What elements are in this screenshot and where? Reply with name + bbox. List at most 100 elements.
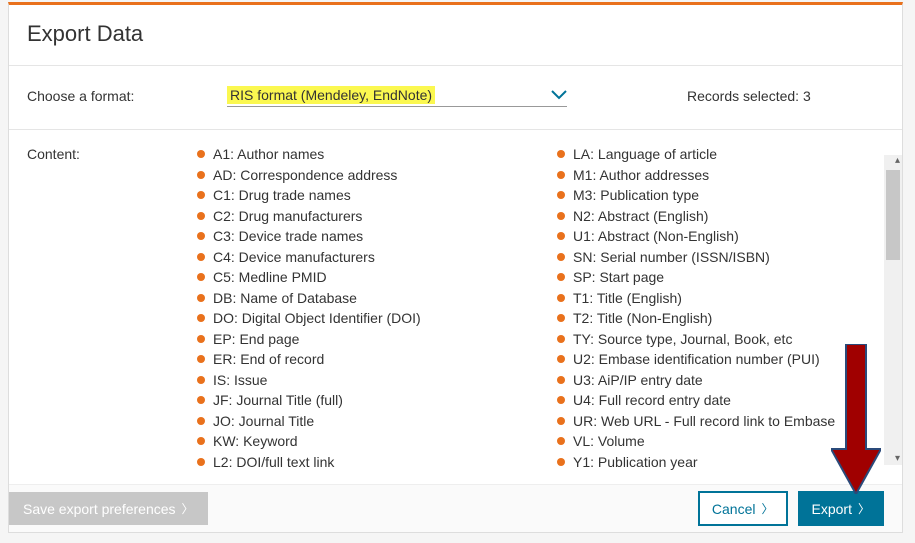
list-item: IS: Issue xyxy=(197,370,537,391)
list-item-label: LA: Language of article xyxy=(573,144,717,165)
bullet-icon xyxy=(197,458,205,466)
list-item: C3: Device trade names xyxy=(197,226,537,247)
list-item-label: Y1: Publication year xyxy=(573,452,698,473)
list-item: SN: Serial number (ISSN/ISBN) xyxy=(557,247,897,268)
content-columns: A1: Author namesAD: Correspondence addre… xyxy=(197,144,902,472)
list-item-label: DB: Name of Database xyxy=(213,288,357,309)
chevron-right-icon: 〉 xyxy=(182,500,194,517)
bullet-icon xyxy=(197,171,205,179)
format-select[interactable]: RIS format (Mendeley, EndNote) xyxy=(227,84,567,107)
format-label: Choose a format: xyxy=(27,88,167,104)
bullet-icon xyxy=(557,294,565,302)
bullet-icon xyxy=(557,150,565,158)
bullet-icon xyxy=(197,212,205,220)
dialog-footer: Save export preferences 〉 Cancel 〉 Expor… xyxy=(9,484,902,532)
list-item-label: C2: Drug manufacturers xyxy=(213,206,362,227)
content-label: Content: xyxy=(27,144,197,472)
format-row: Choose a format: RIS format (Mendeley, E… xyxy=(9,66,902,130)
bullet-icon xyxy=(197,355,205,363)
scroll-up-icon[interactable]: ▴ xyxy=(895,155,900,166)
bullet-icon xyxy=(197,437,205,445)
bullet-icon xyxy=(557,335,565,343)
scroll-down-icon[interactable]: ▾ xyxy=(895,453,900,464)
list-item-label: KW: Keyword xyxy=(213,431,298,452)
bullet-icon xyxy=(197,294,205,302)
list-item: JF: Journal Title (full) xyxy=(197,390,537,411)
list-item-label: VL: Volume xyxy=(573,431,645,452)
bullet-icon xyxy=(197,273,205,281)
list-item-label: M3: Publication type xyxy=(573,185,699,206)
list-item: SP: Start page xyxy=(557,267,897,288)
export-button[interactable]: Export 〉 xyxy=(798,491,884,526)
bullet-icon xyxy=(557,232,565,240)
records-label: Records selected: xyxy=(687,88,799,104)
list-item-label: AD: Correspondence address xyxy=(213,165,397,186)
bullet-icon xyxy=(197,396,205,404)
bullet-icon xyxy=(197,417,205,425)
list-item-label: IS: Issue xyxy=(213,370,267,391)
list-item: C2: Drug manufacturers xyxy=(197,206,537,227)
list-item: EP: End page xyxy=(197,329,537,350)
save-preferences-button[interactable]: Save export preferences 〉 xyxy=(9,492,208,525)
list-item: U2: Embase identification number (PUI) xyxy=(557,349,897,370)
list-item-label: L2: DOI/full text link xyxy=(213,452,334,473)
list-item-label: SN: Serial number (ISSN/ISBN) xyxy=(573,247,770,268)
footer-buttons: Cancel 〉 Export 〉 xyxy=(698,491,884,526)
list-item-label: U3: AiP/IP entry date xyxy=(573,370,703,391)
list-item-label: T1: Title (English) xyxy=(573,288,682,309)
scrollbar-thumb[interactable] xyxy=(886,170,900,260)
bullet-icon xyxy=(197,191,205,199)
list-item: Y1: Publication year xyxy=(557,452,897,473)
bullet-icon xyxy=(197,232,205,240)
bullet-icon xyxy=(557,437,565,445)
list-item: M3: Publication type xyxy=(557,185,897,206)
list-item: C4: Device manufacturers xyxy=(197,247,537,268)
bullet-icon xyxy=(557,212,565,220)
list-item: T2: Title (Non-English) xyxy=(557,308,897,329)
list-item-label: M1: Author addresses xyxy=(573,165,709,186)
list-item: UR: Web URL - Full record link to Embase xyxy=(557,411,897,432)
list-item: KW: Keyword xyxy=(197,431,537,452)
list-item: L2: DOI/full text link xyxy=(197,452,537,473)
list-item: C5: Medline PMID xyxy=(197,267,537,288)
bullet-icon xyxy=(557,191,565,199)
list-item-label: U4: Full record entry date xyxy=(573,390,731,411)
list-item: N2: Abstract (English) xyxy=(557,206,897,227)
bullet-icon xyxy=(557,417,565,425)
list-item-label: C4: Device manufacturers xyxy=(213,247,375,268)
list-item-label: DO: Digital Object Identifier (DOI) xyxy=(213,308,421,329)
list-item-label: JF: Journal Title (full) xyxy=(213,390,343,411)
content-col-1: A1: Author namesAD: Correspondence addre… xyxy=(197,144,537,472)
list-item: U1: Abstract (Non-English) xyxy=(557,226,897,247)
list-item: T1: Title (English) xyxy=(557,288,897,309)
list-item-label: C3: Device trade names xyxy=(213,226,363,247)
list-item: DB: Name of Database xyxy=(197,288,537,309)
list-item-label: UR: Web URL - Full record link to Embase xyxy=(573,411,835,432)
chevron-down-icon xyxy=(551,90,567,100)
bullet-icon xyxy=(557,376,565,384)
list-item-label: ER: End of record xyxy=(213,349,324,370)
cancel-button[interactable]: Cancel 〉 xyxy=(698,491,788,526)
list-item: JO: Journal Title xyxy=(197,411,537,432)
list-item-label: JO: Journal Title xyxy=(213,411,314,432)
list-item-label: U1: Abstract (Non-English) xyxy=(573,226,739,247)
dialog-title: Export Data xyxy=(27,21,884,47)
export-label: Export xyxy=(812,501,852,517)
bullet-icon xyxy=(197,376,205,384)
list-item-label: SP: Start page xyxy=(573,267,664,288)
list-item: ER: End of record xyxy=(197,349,537,370)
list-item-label: T2: Title (Non-English) xyxy=(573,308,712,329)
list-item: M1: Author addresses xyxy=(557,165,897,186)
bullet-icon xyxy=(557,355,565,363)
content-col-2: LA: Language of articleM1: Author addres… xyxy=(557,144,897,472)
list-item-label: N2: Abstract (English) xyxy=(573,206,708,227)
list-item: AD: Correspondence address xyxy=(197,165,537,186)
list-item: DO: Digital Object Identifier (DOI) xyxy=(197,308,537,329)
list-item: LA: Language of article xyxy=(557,144,897,165)
bullet-icon xyxy=(557,253,565,261)
save-pref-label: Save export preferences xyxy=(23,501,176,517)
list-item: U4: Full record entry date xyxy=(557,390,897,411)
list-item-label: C1: Drug trade names xyxy=(213,185,351,206)
bullet-icon xyxy=(197,253,205,261)
dialog-header: Export Data xyxy=(9,5,902,66)
